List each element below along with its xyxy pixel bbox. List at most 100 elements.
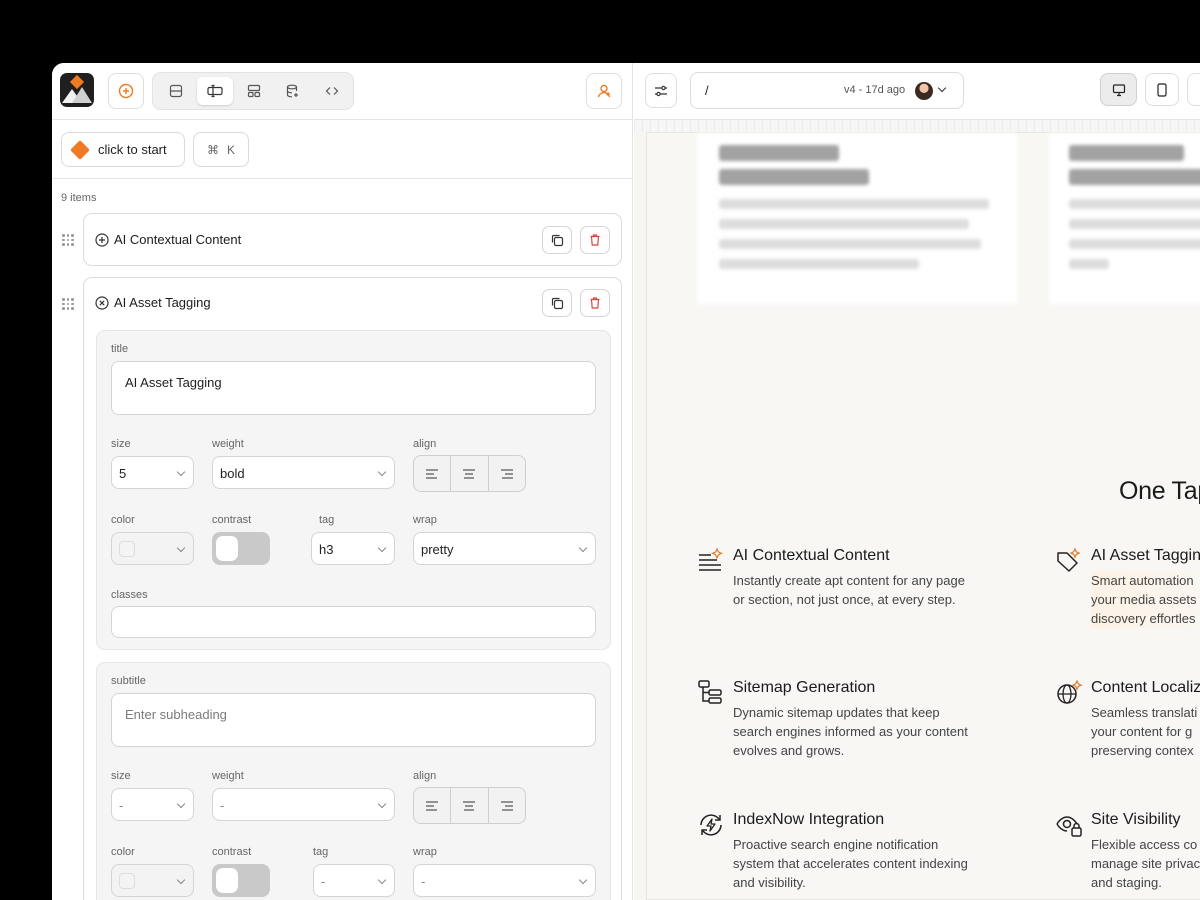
tag-select[interactable]: h3: [311, 532, 395, 565]
command-shortcut-button[interactable]: ⌘ K: [193, 132, 249, 167]
chevron-down-icon: [176, 467, 186, 477]
weight-label: weight: [212, 770, 244, 782]
item-title[interactable]: AI Contextual Content: [95, 232, 241, 247]
weight-select[interactable]: bold: [212, 456, 395, 489]
wrap-value: -: [421, 874, 426, 889]
settings-button[interactable]: [645, 73, 677, 108]
section-heading: One Tap: [1119, 477, 1200, 505]
command-key-icon: ⌘: [206, 142, 219, 157]
align-right-button[interactable]: [489, 456, 525, 491]
editor-toolbar: [52, 63, 633, 120]
chevron-down-icon: [377, 799, 387, 809]
refresh-bolt-icon: [700, 814, 722, 836]
feature-item: Site Visibility Flexible access co manag…: [1055, 811, 1200, 897]
title-section: title AI Asset Tagging size 5 weight bol…: [96, 330, 611, 650]
feature-desc: Instantly create apt content for any pag…: [733, 573, 965, 607]
version-label: v4 - 17d ago: [844, 84, 906, 96]
user-menu-button[interactable]: [586, 73, 622, 109]
color-swatch: [119, 541, 135, 557]
sliders-icon: [655, 85, 667, 96]
view-rows-button[interactable]: [158, 77, 194, 105]
list-item[interactable]: AI Contextual Content: [83, 213, 622, 266]
title-input[interactable]: AI Asset Tagging: [111, 361, 596, 415]
list-item-expanded: AI Asset Tagging title AI Asset Tagging …: [83, 277, 622, 900]
page-preview: One Tap AI Contextual Content Instantly …: [646, 132, 1200, 900]
chevron-down-icon: [578, 875, 588, 885]
delete-button[interactable]: [580, 226, 610, 254]
align-center-icon: [463, 800, 476, 811]
item-title-text: AI Contextual Content: [114, 232, 242, 247]
contrast-toggle[interactable]: [212, 864, 270, 897]
url-path[interactable]: /: [705, 83, 709, 98]
feature-item: IndexNow Integration Proactive search en…: [697, 811, 1017, 897]
trash-icon: [590, 234, 600, 246]
chevron-down-icon: [377, 875, 387, 885]
subtitle-label: subtitle: [111, 675, 146, 687]
feature-title: Site Visibility: [1091, 811, 1181, 828]
ruler-strip: [634, 120, 1200, 132]
size-select[interactable]: -: [111, 788, 194, 821]
contrast-toggle[interactable]: [212, 532, 270, 565]
view-code-button[interactable]: [314, 77, 350, 105]
wrap-select[interactable]: -: [413, 864, 596, 897]
tablet-view-button[interactable]: [1145, 73, 1179, 106]
wrap-label: wrap: [413, 846, 437, 858]
view-properties-button[interactable]: [197, 77, 233, 105]
drag-handle-icon[interactable]: [62, 234, 74, 246]
item-title[interactable]: AI Asset Tagging: [95, 295, 211, 310]
url-bar[interactable]: / v4 - 17d ago: [690, 72, 964, 109]
chevron-down-icon: [578, 543, 588, 553]
classes-input[interactable]: [111, 606, 596, 638]
desktop-view-button[interactable]: [1100, 73, 1137, 106]
tag-value: h3: [319, 542, 334, 557]
subtitle-input[interactable]: Enter subheading: [111, 693, 596, 747]
weight-select[interactable]: -: [212, 788, 395, 821]
align-segmented: [413, 787, 526, 824]
duplicate-button[interactable]: [542, 226, 572, 254]
align-right-button[interactable]: [489, 788, 525, 823]
align-center-button[interactable]: [451, 788, 489, 823]
expand-icon[interactable]: [95, 232, 109, 247]
wrap-select[interactable]: pretty: [413, 532, 596, 565]
color-select[interactable]: [111, 864, 194, 897]
drag-handle-icon[interactable]: [62, 298, 74, 310]
mobile-view-button[interactable]: [1187, 73, 1200, 106]
chevron-down-icon: [377, 467, 387, 477]
tag-select[interactable]: -: [313, 864, 395, 897]
wrap-value: pretty: [421, 542, 454, 557]
chevron-down-icon: [176, 543, 186, 553]
size-select[interactable]: 5: [111, 456, 194, 489]
feature-title: AI Asset Taggin: [1091, 547, 1200, 564]
start-label: click to start: [98, 142, 167, 157]
chevron-down-icon[interactable]: [937, 83, 947, 93]
view-layout-button[interactable]: [236, 77, 272, 105]
align-right-icon: [500, 468, 513, 479]
align-center-button[interactable]: [451, 456, 489, 491]
color-swatch: [119, 873, 135, 889]
feature-desc: Seamless translati your content for g pr…: [1091, 705, 1198, 758]
feature-item: AI Contextual Content Instantly create a…: [697, 547, 1017, 633]
blurred-title: [719, 145, 839, 161]
feature-title: AI Contextual Content: [733, 547, 890, 564]
feature-item: Content Localiz Seamless translati your …: [1055, 679, 1200, 765]
align-left-icon: [426, 800, 439, 811]
contrast-label: contrast: [212, 514, 252, 526]
command-row: click to start ⌘ K: [52, 120, 633, 179]
size-value: -: [119, 798, 124, 813]
app-logo[interactable]: [60, 73, 94, 107]
subtitle-section: subtitle Enter subheading size - weight …: [96, 662, 611, 900]
align-left-button[interactable]: [414, 788, 452, 823]
color-select[interactable]: [111, 532, 194, 565]
chevron-down-icon: [377, 543, 387, 553]
add-block-button[interactable]: [108, 73, 144, 109]
view-mode-segmented: [152, 72, 354, 110]
delete-button[interactable]: [580, 289, 610, 317]
align-left-button[interactable]: [414, 456, 452, 491]
click-to-start-button[interactable]: click to start: [61, 132, 185, 167]
eye-lock-icon: [1056, 816, 1082, 837]
collapse-icon[interactable]: [95, 295, 109, 310]
classes-label: classes: [111, 589, 148, 601]
duplicate-button[interactable]: [542, 289, 572, 317]
globe-sparkle-icon: [1057, 679, 1083, 704]
view-data-button[interactable]: [275, 77, 311, 105]
